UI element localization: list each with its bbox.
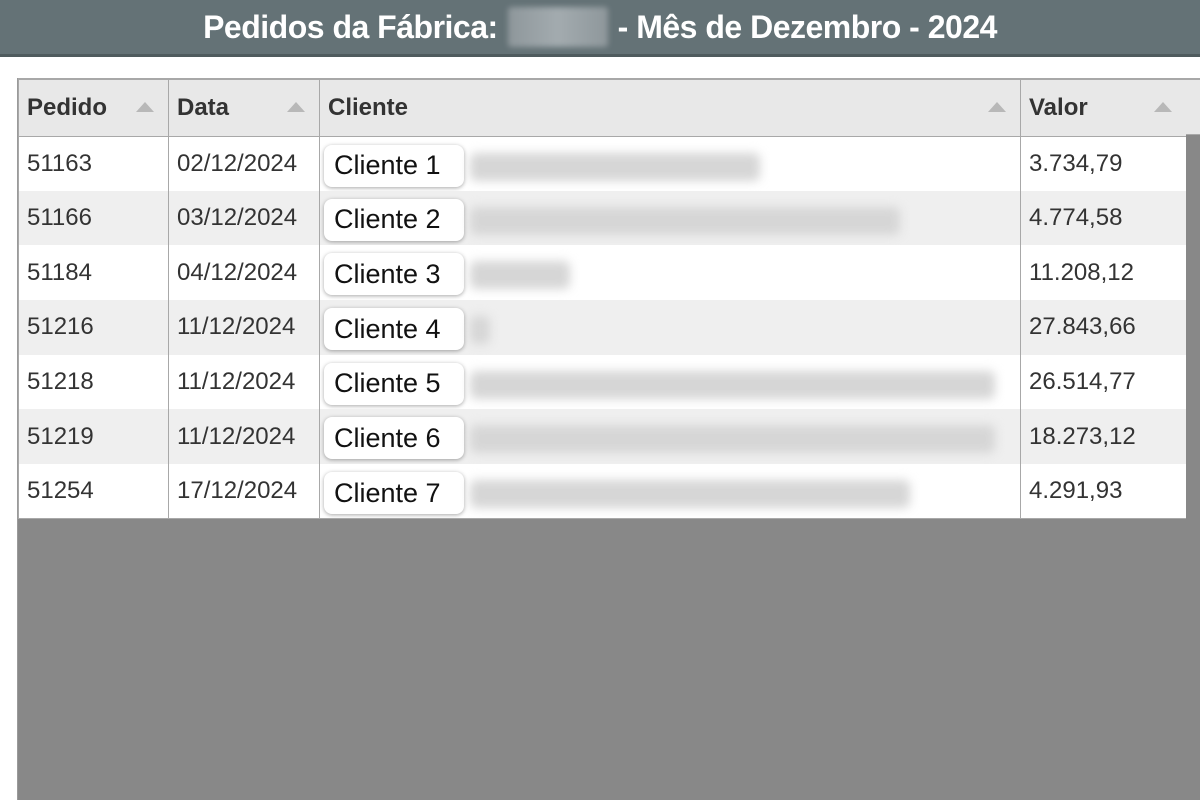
client-name-tag: Cliente 6 <box>324 417 464 460</box>
sort-ascending-icon[interactable] <box>1154 102 1172 112</box>
redacted-factory-name <box>507 7 608 47</box>
redacted-client-detail <box>470 316 490 345</box>
orders-table: Pedido Data Cliente Valor 51163 02/12/20… <box>18 78 1187 520</box>
title-suffix: - Mês de Dezembro - 2024 <box>617 8 998 45</box>
page-title: Pedidos da Fábrica: - Mês de Dezembro - … <box>0 0 1200 57</box>
redacted-client-detail <box>470 480 910 509</box>
cell-data: 11/12/2024 <box>168 409 320 465</box>
table-row[interactable]: 51166 03/12/2024 Cliente 2 4.774,58 <box>18 190 1187 246</box>
cell-data: 17/12/2024 <box>168 464 320 520</box>
cell-pedido: 51218 <box>18 354 169 410</box>
cell-pedido: 51184 <box>18 245 169 301</box>
redacted-client-detail <box>470 370 995 399</box>
column-header-valor[interactable]: Valor <box>1020 78 1187 137</box>
table-row[interactable]: 51216 11/12/2024 Cliente 4 27.843,66 <box>18 300 1187 355</box>
scroll-gap <box>1186 135 1200 520</box>
table-row[interactable]: 51163 02/12/2024 Cliente 1 3.734,79 <box>18 136 1187 191</box>
cell-valor: 4.774,58 <box>1020 190 1187 246</box>
sort-ascending-icon[interactable] <box>136 102 154 112</box>
redacted-client-detail <box>470 206 900 235</box>
cell-cliente: Cliente 1 <box>319 136 1021 191</box>
cell-valor: 11.208,12 <box>1020 245 1187 301</box>
table-row[interactable]: 51184 04/12/2024 Cliente 3 11.208,12 <box>18 245 1187 301</box>
cell-pedido: 51166 <box>18 190 169 246</box>
table-row[interactable]: 51219 11/12/2024 Cliente 6 18.273,12 <box>18 409 1187 465</box>
cell-data: 03/12/2024 <box>168 190 320 246</box>
cell-data: 04/12/2024 <box>168 245 320 301</box>
cell-valor: 26.514,77 <box>1020 354 1187 410</box>
client-name-tag: Cliente 4 <box>324 308 464 351</box>
cell-pedido: 51254 <box>18 464 169 520</box>
cell-cliente: Cliente 5 <box>319 354 1021 410</box>
cell-cliente: Cliente 7 <box>319 464 1021 520</box>
client-name-tag: Cliente 3 <box>324 253 464 296</box>
cell-cliente: Cliente 2 <box>319 190 1021 246</box>
column-header-data[interactable]: Data <box>168 78 320 137</box>
table-header-row: Pedido Data Cliente Valor <box>18 78 1187 137</box>
cell-pedido: 51163 <box>18 136 169 191</box>
table-row[interactable]: 51254 17/12/2024 Cliente 7 4.291,93 <box>18 464 1187 520</box>
redacted-client-detail <box>470 152 760 181</box>
cell-valor: 4.291,93 <box>1020 464 1187 520</box>
cell-cliente: Cliente 4 <box>319 300 1021 355</box>
sort-ascending-icon[interactable] <box>988 102 1006 112</box>
orders-grid: Pedido Data Cliente Valor 51163 02/12/20… <box>17 78 1200 800</box>
cell-pedido: 51219 <box>18 409 169 465</box>
cell-valor: 18.273,12 <box>1020 409 1187 465</box>
client-name-tag: Cliente 2 <box>324 198 464 241</box>
header-filler <box>1186 78 1200 135</box>
cell-cliente: Cliente 6 <box>319 409 1021 465</box>
sort-ascending-icon[interactable] <box>287 102 305 112</box>
column-header-label: Pedido <box>27 93 108 121</box>
client-name-tag: Cliente 5 <box>324 362 464 405</box>
cell-data: 02/12/2024 <box>168 136 320 191</box>
cell-valor: 27.843,66 <box>1020 300 1187 355</box>
client-name-tag: Cliente 7 <box>324 472 464 515</box>
cell-pedido: 51216 <box>18 300 169 355</box>
client-name-tag: Cliente 1 <box>324 144 464 187</box>
cell-valor: 3.734,79 <box>1020 136 1187 191</box>
column-header-label: Cliente <box>328 93 409 121</box>
title-prefix: Pedidos da Fábrica: <box>203 8 498 45</box>
column-header-label: Valor <box>1029 93 1088 121</box>
column-header-cliente[interactable]: Cliente <box>319 78 1021 137</box>
redacted-client-detail <box>470 261 570 290</box>
cell-cliente: Cliente 3 <box>319 245 1021 301</box>
cell-data: 11/12/2024 <box>168 354 320 410</box>
cell-data: 11/12/2024 <box>168 300 320 355</box>
column-header-label: Data <box>177 93 230 121</box>
table-row[interactable]: 51218 11/12/2024 Cliente 5 26.514,77 <box>18 354 1187 410</box>
redacted-client-detail <box>470 425 995 454</box>
column-header-pedido[interactable]: Pedido <box>18 78 169 137</box>
